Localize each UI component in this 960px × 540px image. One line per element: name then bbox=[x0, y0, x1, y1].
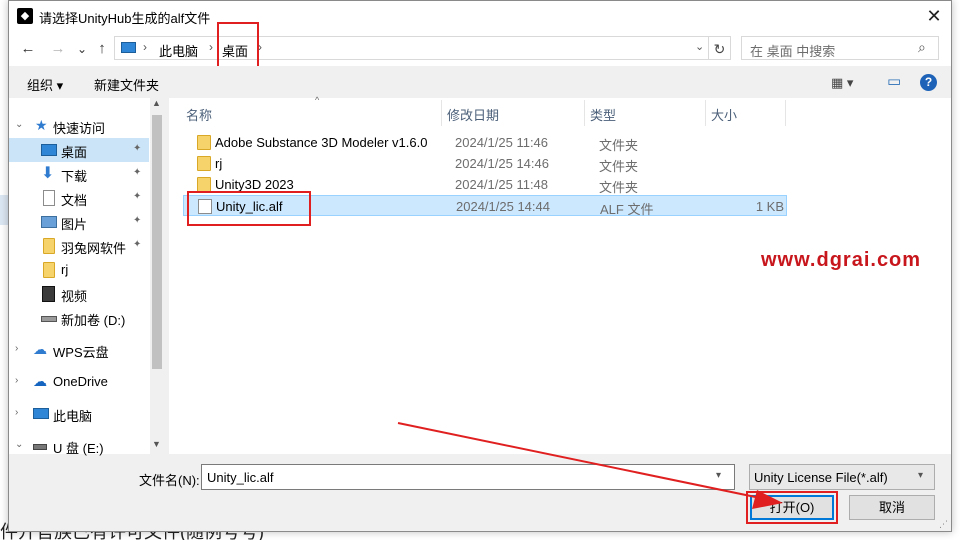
arrow-line bbox=[397, 422, 771, 501]
arrow-head bbox=[752, 490, 783, 509]
annotation-arrow bbox=[397, 422, 783, 509]
